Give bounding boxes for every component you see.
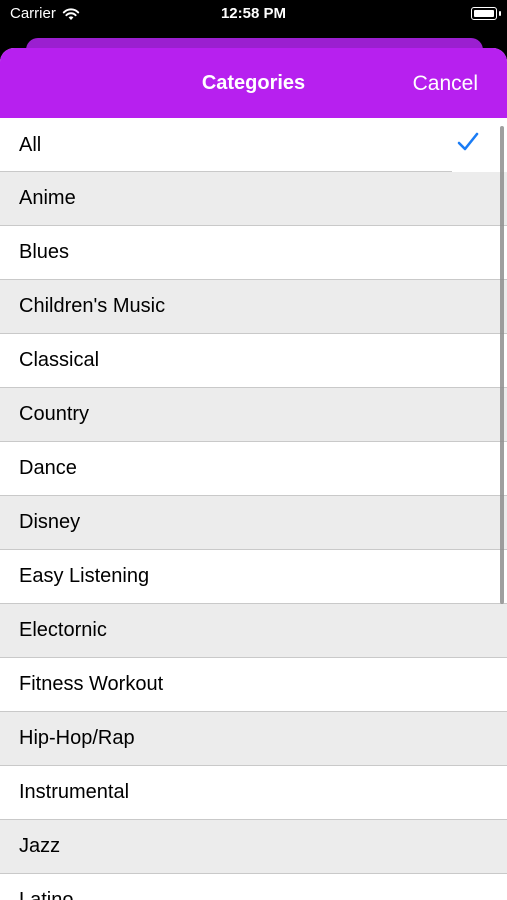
list-item[interactable]: Latino	[0, 874, 507, 900]
list-item[interactable]: Fitness Workout	[0, 658, 507, 712]
categories-sheet: Categories Cancel All Anime Blues Childr…	[0, 48, 507, 900]
scroll-indicator[interactable]	[500, 126, 504, 604]
nav-bar: Categories Cancel	[0, 48, 507, 118]
list-item-label: Dance	[19, 457, 77, 479]
list-item[interactable]: Easy Listening	[0, 550, 507, 604]
list-item[interactable]: Children's Music	[0, 280, 507, 334]
list-item[interactable]: Blues	[0, 226, 507, 280]
list-item[interactable]: Disney	[0, 496, 507, 550]
list-item-label: Easy Listening	[19, 565, 150, 587]
list-item-label: Children's Music	[19, 295, 166, 317]
list-item[interactable]: Jazz	[0, 820, 507, 874]
list-item-label: Disney	[19, 511, 81, 533]
list-item[interactable]: Classical	[0, 334, 507, 388]
list-item-label: Anime	[19, 187, 76, 209]
list-item[interactable]: Instrumental	[0, 766, 507, 820]
status-bar: Carrier 12:58 PM	[0, 0, 507, 36]
list-item-label: Blues	[19, 241, 70, 263]
list-item-label: Fitness Workout	[19, 673, 164, 695]
list-item[interactable]: Dance	[0, 442, 507, 496]
battery-icon	[471, 7, 501, 20]
list-item-label: Classical	[19, 349, 100, 371]
list-item-label: All	[19, 133, 42, 156]
category-list: All Anime Blues Children's Music Classic…	[0, 118, 507, 900]
list-item-label: Country	[19, 403, 90, 425]
list-item[interactable]: Hip-Hop/Rap	[0, 712, 507, 766]
list-item-label: Instrumental	[19, 781, 130, 803]
list-item[interactable]: Country	[0, 388, 507, 442]
checkmark-icon	[457, 132, 479, 151]
list-item[interactable]: All	[0, 118, 507, 172]
list-item-label: Jazz	[19, 835, 61, 857]
list-item[interactable]: Electornic	[0, 604, 507, 658]
list-item-label: Hip-Hop/Rap	[19, 727, 135, 749]
list-item-label: Electornic	[19, 619, 107, 641]
cancel-button[interactable]: Cancel	[413, 72, 478, 96]
status-time: 12:58 PM	[220, 5, 287, 22]
list-item[interactable]: Anime	[0, 172, 507, 226]
list-item-label: Latino	[19, 889, 74, 900]
